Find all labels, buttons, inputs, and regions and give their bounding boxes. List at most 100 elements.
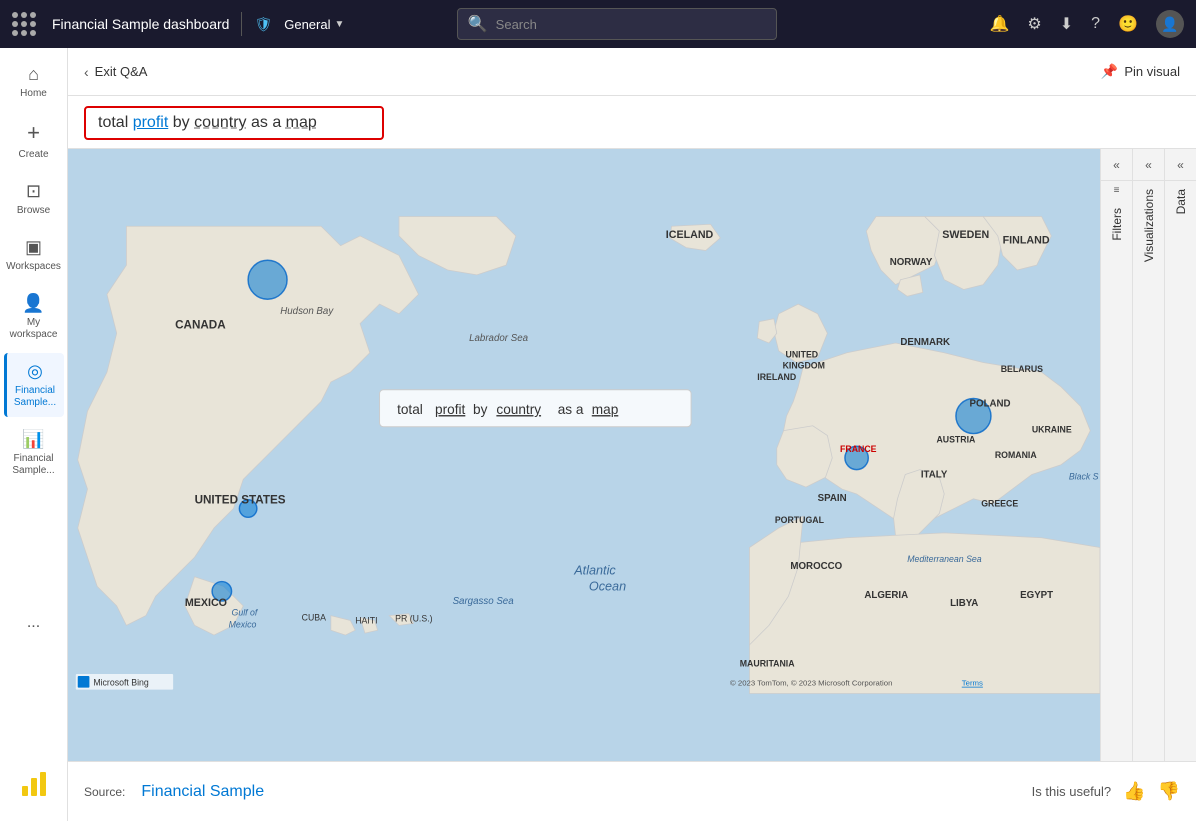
filter-icon: ≡ xyxy=(1114,185,1120,196)
svg-text:BELARUS: BELARUS xyxy=(1001,364,1043,374)
sidebar-item-financial-1[interactable]: ◎ Financial Sample... xyxy=(4,353,64,417)
svg-text:SWEDEN: SWEDEN xyxy=(942,229,989,241)
sidebar-item-create[interactable]: + Create xyxy=(4,112,64,169)
svg-text:Mediterranean Sea: Mediterranean Sea xyxy=(907,554,982,564)
pin-icon: 📌 xyxy=(1101,63,1118,80)
create-icon: + xyxy=(27,120,40,146)
svg-text:FINLAND: FINLAND xyxy=(1003,235,1050,247)
svg-text:map: map xyxy=(592,402,619,417)
svg-text:total: total xyxy=(397,402,423,417)
pin-visual-label: Pin visual xyxy=(1124,64,1180,79)
svg-text:UNITED STATES: UNITED STATES xyxy=(195,494,286,507)
svg-text:LIBYA: LIBYA xyxy=(950,598,978,609)
data-label[interactable]: Data xyxy=(1170,181,1192,222)
query-country: country xyxy=(194,114,246,131)
svg-text:FRANCE: FRANCE xyxy=(840,444,877,454)
query-profit: profit xyxy=(133,114,169,131)
svg-text:CANADA: CANADA xyxy=(175,318,226,331)
sidebar-item-browse[interactable]: ⊡ Browse xyxy=(4,173,64,225)
svg-text:PORTUGAL: PORTUGAL xyxy=(775,515,825,525)
workspace-label: General xyxy=(284,17,330,32)
sidebar-more-button[interactable]: ... xyxy=(19,606,48,640)
svg-text:GREECE: GREECE xyxy=(981,499,1018,509)
pin-visual-button[interactable]: 📌 Pin visual xyxy=(1101,63,1180,80)
visual-area: CANADA UNITED STATES MEXICO CUBA HAITI P… xyxy=(68,149,1196,761)
filters-label[interactable]: Filters xyxy=(1106,200,1128,249)
svg-text:MEXICO: MEXICO xyxy=(185,597,227,609)
svg-text:CUBA: CUBA xyxy=(302,613,326,623)
my-workspace-icon: 👤 xyxy=(22,293,44,314)
svg-text:Gulf of: Gulf of xyxy=(232,608,259,618)
qa-bar: ‹ Exit Q&A 📌 Pin visual xyxy=(68,48,1196,96)
visualizations-panel: « Visualizations xyxy=(1132,149,1164,761)
feedback-label: Is this useful? xyxy=(1032,784,1112,799)
viz-label[interactable]: Visualizations xyxy=(1138,181,1160,270)
financial-1-icon: ◎ xyxy=(27,361,43,382)
search-bar[interactable]: 🔍 xyxy=(457,8,777,40)
exit-qa-label: Exit Q&A xyxy=(95,64,148,79)
map-container[interactable]: CANADA UNITED STATES MEXICO CUBA HAITI P… xyxy=(68,149,1100,761)
source-prefix: Source: xyxy=(84,785,125,799)
svg-text:Sargasso Sea: Sargasso Sea xyxy=(453,596,515,607)
workspace-selector[interactable]: General ▼ xyxy=(284,17,344,32)
svg-text:© 2023 TomTom, © 2023 Microsof: © 2023 TomTom, © 2023 Microsoft Corporat… xyxy=(730,679,892,688)
sidebar-item-workspaces[interactable]: ▣ Workspaces xyxy=(4,229,64,281)
svg-text:ICELAND: ICELAND xyxy=(666,229,714,241)
sidebar-label-financial-2: Financial Sample... xyxy=(8,453,60,477)
feedback-icon[interactable]: 🙂 xyxy=(1118,14,1138,34)
svg-text:AUSTRIA: AUSTRIA xyxy=(936,434,976,444)
source-link[interactable]: Financial Sample xyxy=(141,783,264,801)
svg-text:Mexico: Mexico xyxy=(229,619,257,629)
viz-collapse-button[interactable]: « xyxy=(1133,149,1165,181)
user-avatar[interactable]: 👤 xyxy=(1156,10,1184,38)
exit-qa-button[interactable]: ‹ Exit Q&A xyxy=(84,64,147,80)
download-icon[interactable]: ⬇ xyxy=(1060,14,1073,34)
data-panel: « Data xyxy=(1164,149,1196,761)
nav-icons: 🔔 ⚙ ⬇ ? 🙂 👤 xyxy=(989,10,1184,38)
svg-text:MAURITANIA: MAURITANIA xyxy=(740,658,795,668)
sidebar-item-home[interactable]: ⌂ Home xyxy=(4,56,64,108)
svg-text:UNITED: UNITED xyxy=(786,350,819,360)
map-svg: CANADA UNITED STATES MEXICO CUBA HAITI P… xyxy=(68,149,1100,761)
svg-text:DENMARK: DENMARK xyxy=(900,337,950,348)
query-map: map xyxy=(286,114,317,131)
svg-text:Atlantic: Atlantic xyxy=(573,564,616,578)
sidebar-item-my-workspace[interactable]: 👤 My workspace xyxy=(4,285,64,349)
svg-text:ALGERIA: ALGERIA xyxy=(864,590,908,601)
help-icon[interactable]: ? xyxy=(1091,15,1100,33)
feedback-section: Is this useful? 👍 👎 xyxy=(1032,781,1180,802)
svg-text:profit: profit xyxy=(435,402,466,417)
svg-text:Labrador Sea: Labrador Sea xyxy=(469,333,528,344)
svg-text:Hudson Bay: Hudson Bay xyxy=(280,306,334,317)
more-icon: ... xyxy=(27,614,40,631)
query-text: total profit by country as a map xyxy=(98,114,317,132)
thumbs-up-button[interactable]: 👍 xyxy=(1123,781,1145,802)
sidebar-label-workspaces: Workspaces xyxy=(6,261,61,273)
svg-text:EGYPT: EGYPT xyxy=(1020,590,1053,601)
sidebar-label-my-workspace: My workspace xyxy=(8,317,60,341)
search-input[interactable] xyxy=(496,17,766,32)
svg-text:country: country xyxy=(496,402,541,417)
svg-text:ITALY: ITALY xyxy=(921,469,948,480)
shield-icon: 🛡 xyxy=(254,16,272,33)
sidebar-item-financial-2[interactable]: 📊 Financial Sample... xyxy=(4,421,64,485)
home-icon: ⌂ xyxy=(28,64,39,85)
query-input[interactable]: total profit by country as a map xyxy=(84,106,384,140)
notification-icon[interactable]: 🔔 xyxy=(989,14,1009,34)
filters-collapse-button[interactable]: « xyxy=(1101,149,1133,181)
settings-icon[interactable]: ⚙ xyxy=(1027,14,1041,34)
data-collapse-button[interactable]: « xyxy=(1165,149,1196,181)
sidebar-label-financial-1: Financial Sample... xyxy=(11,385,60,409)
app-launcher[interactable] xyxy=(12,12,36,36)
query-box: total profit by country as a map xyxy=(68,96,1196,149)
top-nav: Financial Sample dashboard 🛡 General ▼ 🔍… xyxy=(0,0,1196,48)
nav-divider xyxy=(241,12,242,36)
svg-text:POLAND: POLAND xyxy=(970,398,1011,409)
sidebar-label-create: Create xyxy=(18,149,48,161)
thumbs-down-button[interactable]: 👎 xyxy=(1158,781,1180,802)
sidebar-label-home: Home xyxy=(20,88,47,100)
svg-text:KINGDOM: KINGDOM xyxy=(783,360,825,370)
svg-text:IRELAND: IRELAND xyxy=(757,372,796,382)
svg-text:SPAIN: SPAIN xyxy=(818,493,847,504)
svg-text:Ocean: Ocean xyxy=(589,579,626,593)
